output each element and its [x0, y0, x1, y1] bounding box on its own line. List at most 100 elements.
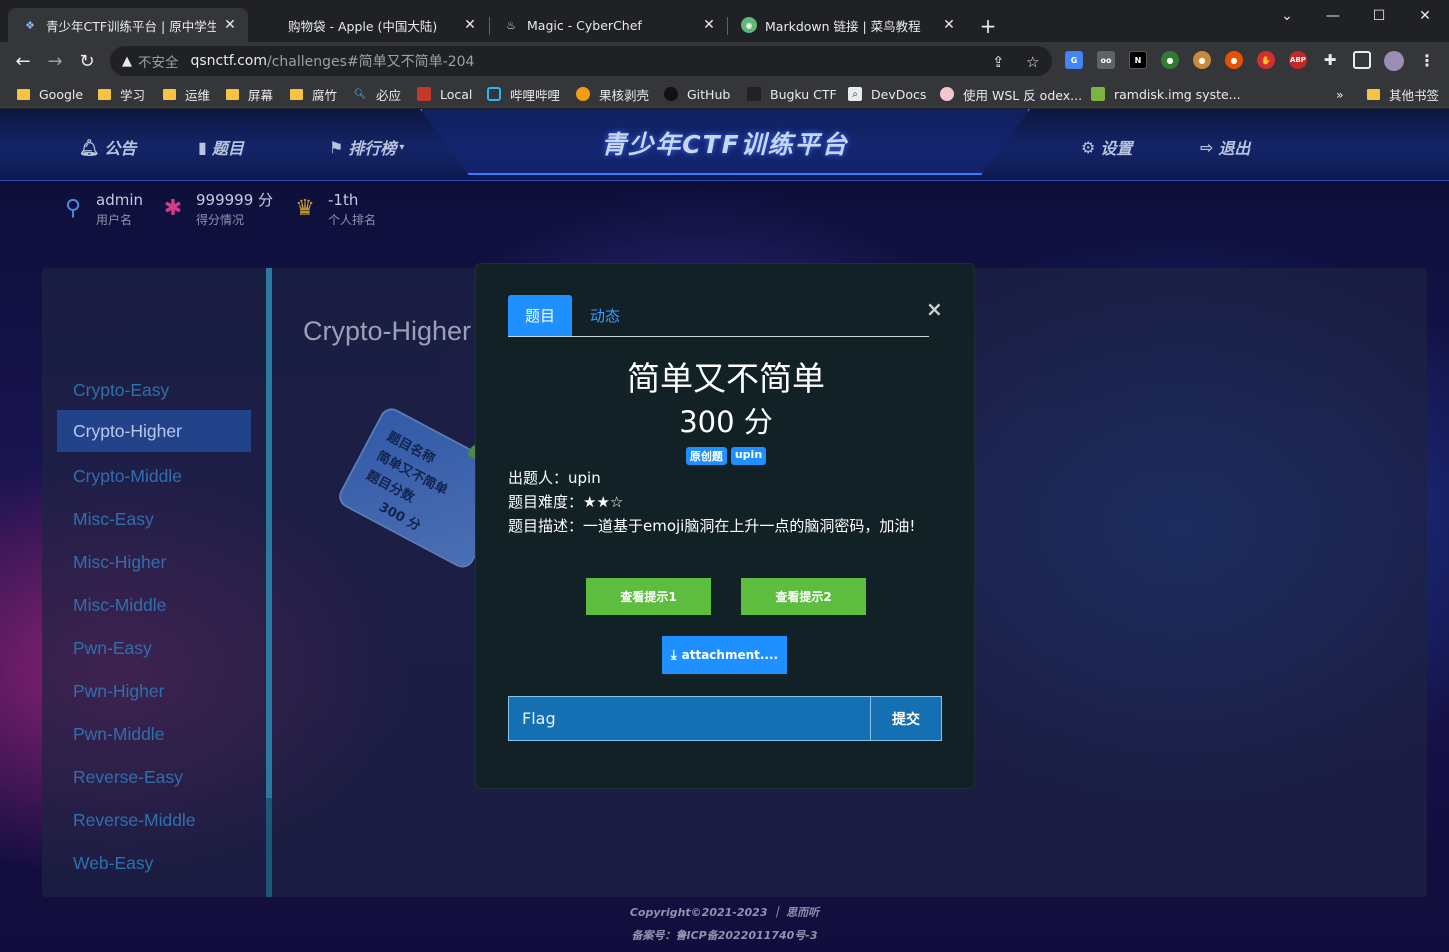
bookmark-item[interactable]: ramdisk.img syste...: [1091, 85, 1241, 103]
translate-icon[interactable]: G: [1065, 51, 1083, 69]
browser-tab[interactable]: ♨ Magic - CyberChef ✕: [489, 8, 727, 42]
bookmark-item[interactable]: Google: [16, 85, 83, 103]
bookmark-item[interactable]: 学习: [97, 85, 145, 103]
folder-icon: [162, 87, 176, 101]
tiger-icon[interactable]: ●: [1225, 51, 1243, 69]
folder-icon: [225, 87, 239, 101]
category-crypto-middle[interactable]: Crypto-Middle: [57, 455, 251, 497]
sidebar-scrollbar-thumb[interactable]: [266, 798, 272, 897]
other-bookmarks[interactable]: 其他书签: [1366, 85, 1439, 103]
reload-button[interactable]: ↻: [73, 47, 101, 75]
tab-activity[interactable]: 动态: [588, 295, 622, 336]
browser-tab[interactable]: ◉ Markdown 链接 | 菜鸟教程 ✕: [727, 8, 967, 42]
close-icon[interactable]: ×: [926, 297, 943, 321]
browser-tab[interactable]: 购物袋 - Apple (中国大陆) ✕: [250, 8, 488, 42]
category-web-easy[interactable]: Web-Easy: [57, 842, 251, 884]
menu-icon[interactable]: ⋮: [1418, 51, 1436, 70]
hint1-button[interactable]: 查看提示1: [586, 578, 711, 615]
user-score: 999999 分: [196, 191, 274, 209]
forward-button[interactable]: →: [41, 47, 69, 75]
nav-label: 题目: [211, 139, 244, 158]
sidepanel-icon[interactable]: [1353, 51, 1371, 69]
bookmark-label: Google: [39, 86, 84, 102]
bugku-icon: [747, 87, 761, 101]
n-icon[interactable]: N: [1129, 51, 1147, 69]
green-ext-icon[interactable]: ●: [1161, 51, 1179, 69]
close-tab-icon[interactable]: ✕: [701, 17, 717, 33]
user-score-block: ✱ 999999 分得分情况: [158, 189, 273, 229]
nav-ranking[interactable]: ⚑ 排行榜 ▾: [329, 135, 404, 159]
bookmark-item[interactable]: 使用 WSL 反 odex...: [940, 85, 1082, 103]
bookmark-item[interactable]: 屏幕: [225, 85, 273, 103]
browser-tab-active[interactable]: ❖ 青少年CTF训练平台 | 原中学生C ✕: [8, 8, 248, 42]
attachment-button[interactable]: ⤓ attachment....: [662, 636, 787, 674]
category-misc-higher[interactable]: Misc-Higher: [57, 541, 251, 583]
challenge-description: 题目描述：一道基于emoji脑洞在上升一点的脑洞密码，加油!: [508, 517, 916, 535]
maximize-button[interactable]: ☐: [1356, 4, 1402, 28]
challenge-title: 简单又不简单: [627, 359, 825, 398]
category-misc-middle[interactable]: Misc-Middle: [57, 584, 251, 626]
flag-input[interactable]: Flag: [508, 696, 871, 741]
bookmark-item[interactable]: ⌕ DevDocs: [848, 85, 926, 103]
original-badge: 原创题: [685, 447, 727, 465]
local-icon: [417, 87, 431, 101]
category-crypto-higher[interactable]: Crypto-Higher: [57, 410, 251, 452]
back-button[interactable]: ←: [9, 47, 37, 75]
bookmark-item[interactable]: 哔哩哔哩: [487, 85, 560, 103]
minimize-button[interactable]: —: [1310, 4, 1356, 28]
ooo-icon[interactable]: oo: [1097, 51, 1115, 69]
footer-icp[interactable]: 备案号：鲁ICP备2022011740号-3: [0, 927, 1449, 943]
challenge-modal: 题目 动态 × 简单又不简单 300 分 原创题 upin 出题人：upin 题…: [475, 263, 975, 789]
bookmark-item[interactable]: 🔍︎ 必应: [353, 85, 401, 103]
warning-icon: ▲: [122, 53, 132, 69]
download-icon: ⤓: [670, 647, 677, 663]
tab-title: 青少年CTF训练平台 | 原中学生C: [46, 18, 216, 34]
close-tab-icon[interactable]: ✕: [462, 17, 478, 33]
category-crypto-easy[interactable]: Crypto-Easy: [57, 369, 251, 411]
nav-announcement[interactable]: 🔔︎ 公告: [79, 135, 136, 159]
nav-settings[interactable]: ⚙ 设置: [1081, 135, 1132, 159]
close-window-button[interactable]: ✕: [1402, 4, 1448, 28]
bookmarks-bar: Google 学习 运维 屏幕 腐竹 🔍︎ 必应 Local 哔哩哔哩 果核剥壳 …: [0, 80, 1449, 108]
bookmark-label: ramdisk.img syste...: [1114, 86, 1241, 102]
bookmark-label: 运维: [185, 87, 211, 103]
close-tab-icon[interactable]: ✕: [941, 17, 957, 33]
bell-icon: 🔔︎: [79, 137, 100, 157]
share-icon[interactable]: ⇪: [992, 53, 1005, 71]
bookmark-item[interactable]: 运维: [162, 85, 210, 103]
new-tab-button[interactable]: +: [976, 14, 1000, 38]
browser-toolbar: ← → ↻ ▲ 不安全 qsnctf.com /challenges#简单又不简…: [0, 42, 1449, 80]
logout-icon: ⇨: [1200, 137, 1214, 157]
abp-icon[interactable]: ABP: [1289, 51, 1307, 69]
bookmark-item[interactable]: Bugku CTF: [747, 85, 837, 103]
bookmark-item[interactable]: Local: [417, 85, 472, 103]
bookmark-label: 腐竹: [312, 87, 338, 103]
category-reverse-easy[interactable]: Reverse-Easy: [57, 756, 251, 798]
bookmark-item[interactable]: 果核剥壳: [576, 85, 649, 103]
submit-button[interactable]: 提交: [870, 696, 942, 741]
category-pwn-higher[interactable]: Pwn-Higher: [57, 670, 251, 712]
bookmark-star-icon[interactable]: ☆: [1026, 53, 1039, 71]
bookmarks-more-button[interactable]: »: [1336, 85, 1344, 103]
tab-challenge[interactable]: 题目: [508, 295, 572, 336]
nav-label: 设置: [1100, 139, 1133, 158]
category-pwn-middle[interactable]: Pwn-Middle: [57, 713, 251, 755]
nav-challenges[interactable]: ▮ 题目: [198, 135, 244, 159]
nav-logout[interactable]: ⇨ 退出: [1200, 135, 1250, 159]
bookmark-item[interactable]: GitHub: [664, 85, 730, 103]
hint2-button[interactable]: 查看提示2: [741, 578, 866, 615]
bookmark-item[interactable]: 腐竹: [289, 85, 337, 103]
puzzle-icon[interactable]: ✚: [1321, 51, 1339, 69]
hand-stop-icon[interactable]: ✋: [1257, 51, 1275, 69]
category-misc-easy[interactable]: Misc-Easy: [57, 498, 251, 540]
gear-icon: ⚙: [1081, 137, 1096, 157]
cookie-icon[interactable]: ●: [1193, 51, 1211, 69]
search-icon: 🔍︎: [353, 88, 367, 100]
category-pwn-easy[interactable]: Pwn-Easy: [57, 627, 251, 669]
avatar[interactable]: [1384, 51, 1404, 71]
address-bar[interactable]: ▲ 不安全 qsnctf.com /challenges#简单又不简单-204 …: [110, 46, 1052, 76]
category-reverse-middle[interactable]: Reverse-Middle: [57, 799, 251, 841]
close-tab-icon[interactable]: ✕: [222, 17, 238, 33]
tab-search-icon[interactable]: ⌄: [1264, 4, 1310, 28]
card-score: 300 分: [376, 499, 423, 535]
